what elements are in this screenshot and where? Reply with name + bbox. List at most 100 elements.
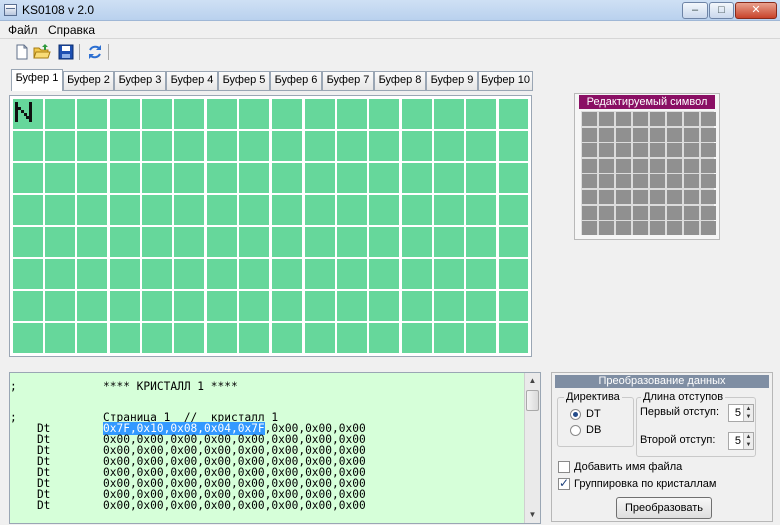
lcd-cell[interactable] [434, 259, 464, 289]
symbol-pixel[interactable] [667, 221, 682, 236]
stepper-up-icon[interactable]: ▲ [743, 405, 753, 413]
symbol-pixel[interactable] [616, 174, 631, 189]
lcd-cell[interactable] [174, 259, 204, 289]
symbol-pixel[interactable] [633, 221, 648, 236]
lcd-cell[interactable] [434, 323, 464, 353]
lcd-cell[interactable] [369, 323, 399, 353]
symbol-pixel[interactable] [701, 221, 716, 236]
second-indent-stepper[interactable]: 5 ▲ ▼ [728, 432, 754, 450]
lcd-cell[interactable] [174, 323, 204, 353]
add-filename-checkbox[interactable] [558, 461, 570, 473]
lcd-cell[interactable] [174, 291, 204, 321]
symbol-pixel[interactable] [701, 112, 716, 126]
symbol-pixel[interactable] [582, 221, 597, 236]
lcd-cell[interactable] [499, 131, 528, 161]
lcd-cell[interactable] [499, 259, 528, 289]
lcd-cell[interactable] [499, 163, 528, 193]
lcd-cell[interactable] [110, 227, 140, 257]
lcd-cell[interactable] [45, 131, 75, 161]
lcd-cell[interactable] [466, 131, 496, 161]
lcd-cell[interactable] [499, 99, 528, 129]
symbol-pixel[interactable] [616, 127, 631, 142]
symbol-pixel[interactable] [633, 112, 648, 126]
code-output-text[interactable]: ; **** КРИСТАЛЛ 1 ****; Страница 1 // крис… [10, 373, 525, 523]
symbol-pixel[interactable] [633, 143, 648, 158]
symbol-pixel[interactable] [616, 190, 631, 204]
code-scrollbar[interactable]: ▲ ▼ [524, 373, 540, 523]
lcd-cell[interactable] [174, 227, 204, 257]
lcd-cell[interactable] [369, 163, 399, 193]
lcd-cell[interactable] [402, 323, 432, 353]
symbol-pixel[interactable] [582, 112, 597, 126]
symbol-pixel[interactable] [667, 174, 682, 189]
lcd-cell[interactable] [434, 195, 464, 225]
lcd-cell[interactable] [466, 195, 496, 225]
lcd-cell[interactable] [207, 323, 237, 353]
lcd-cell[interactable] [337, 195, 367, 225]
lcd-cell[interactable] [174, 195, 204, 225]
symbol-pixel[interactable] [684, 158, 699, 173]
tab-buffer-6[interactable]: Буфер 6 [270, 71, 322, 90]
lcd-cell[interactable] [142, 227, 172, 257]
lcd-cell[interactable] [466, 99, 496, 129]
lcd-cell[interactable] [239, 131, 269, 161]
code-output-panel[interactable]: ; **** КРИСТАЛЛ 1 ****; Страница 1 // крис… [9, 372, 541, 524]
lcd-cell[interactable] [499, 227, 528, 257]
lcd-cell[interactable] [434, 131, 464, 161]
lcd-cell[interactable] [272, 259, 302, 289]
lcd-cell[interactable] [239, 99, 269, 129]
lcd-cell[interactable] [142, 131, 172, 161]
lcd-cell[interactable] [499, 291, 528, 321]
lcd-cell[interactable] [239, 163, 269, 193]
lcd-cell[interactable] [110, 163, 140, 193]
symbol-pixel[interactable] [684, 127, 699, 142]
menu-help[interactable]: Справка [48, 23, 95, 37]
lcd-cell[interactable] [305, 195, 335, 225]
lcd-cell[interactable] [466, 163, 496, 193]
lcd-cell[interactable] [13, 195, 43, 225]
symbol-pixel[interactable] [701, 190, 716, 204]
symbol-pixel[interactable] [650, 205, 665, 220]
symbol-pixel[interactable] [684, 174, 699, 189]
scroll-down-icon[interactable]: ▼ [525, 507, 540, 523]
lcd-cell[interactable] [45, 195, 75, 225]
directive-dt-radio[interactable] [570, 409, 581, 420]
lcd-cell[interactable] [402, 195, 432, 225]
lcd-cell[interactable] [207, 163, 237, 193]
maximize-button[interactable]: □ [709, 2, 734, 19]
lcd-cell[interactable] [239, 227, 269, 257]
symbol-pixel[interactable] [701, 143, 716, 158]
symbol-editor-grid[interactable] [581, 111, 716, 236]
symbol-pixel[interactable] [667, 112, 682, 126]
symbol-pixel[interactable] [650, 174, 665, 189]
lcd-cell[interactable] [337, 227, 367, 257]
lcd-cell[interactable] [13, 131, 43, 161]
lcd-cell[interactable] [45, 227, 75, 257]
symbol-pixel[interactable] [650, 190, 665, 204]
lcd-cell[interactable] [207, 131, 237, 161]
new-file-icon[interactable] [13, 43, 31, 61]
symbol-pixel[interactable] [599, 190, 614, 204]
lcd-cell[interactable] [13, 163, 43, 193]
symbol-pixel[interactable] [616, 205, 631, 220]
close-button[interactable]: ✕ [735, 2, 777, 19]
lcd-cell[interactable] [466, 323, 496, 353]
refresh-icon[interactable] [86, 43, 104, 61]
lcd-cell[interactable] [466, 227, 496, 257]
lcd-cell[interactable] [174, 99, 204, 129]
lcd-cell[interactable] [77, 259, 107, 289]
lcd-cell[interactable] [174, 131, 204, 161]
lcd-cell[interactable] [77, 195, 107, 225]
lcd-cell[interactable] [77, 227, 107, 257]
directive-db-radio[interactable] [570, 425, 581, 436]
lcd-cell[interactable] [110, 323, 140, 353]
tab-buffer-7[interactable]: Буфер 7 [322, 71, 374, 90]
lcd-cell[interactable] [434, 291, 464, 321]
tab-buffer-1[interactable]: Буфер 1 [11, 69, 63, 91]
symbol-pixel[interactable] [599, 221, 614, 236]
symbol-pixel[interactable] [616, 158, 631, 173]
symbol-pixel[interactable] [633, 158, 648, 173]
lcd-cell[interactable] [77, 291, 107, 321]
open-folder-icon[interactable] [33, 43, 51, 61]
lcd-cell[interactable] [207, 291, 237, 321]
